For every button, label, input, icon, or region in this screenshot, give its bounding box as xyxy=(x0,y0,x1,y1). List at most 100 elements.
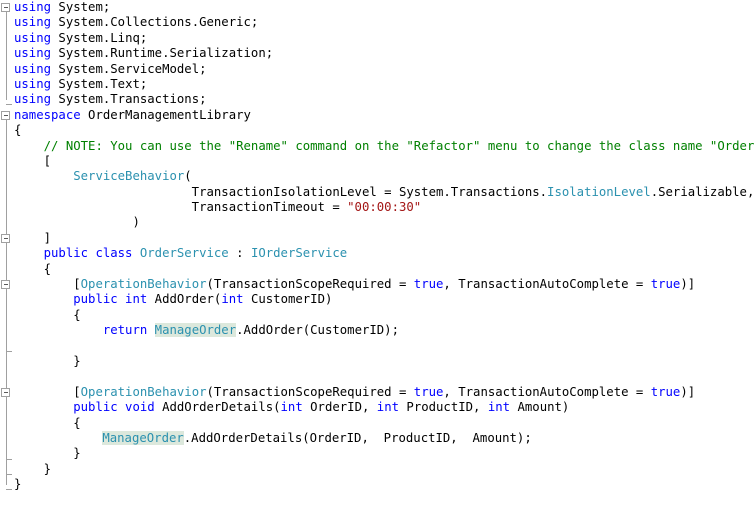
fold-margin-row xyxy=(0,431,14,447)
fold-guide-line xyxy=(6,338,7,355)
code-line-statement[interactable]: ManageOrder.AddOrderDetails(OrderID, Pro… xyxy=(14,430,755,446)
code-text-area[interactable]: using System; using System.Collections.G… xyxy=(14,0,755,511)
fold-guide-line xyxy=(6,77,7,93)
code-line[interactable]: } xyxy=(14,477,755,492)
code-line[interactable]: namespace OrderManagementLibrary xyxy=(14,108,755,123)
fold-margin-row xyxy=(0,215,14,231)
fold-margin-row xyxy=(0,77,14,93)
code-line-blank[interactable] xyxy=(14,369,755,384)
code-line-comment[interactable]: // NOTE: You can use the "Rename" comman… xyxy=(14,139,755,154)
fold-margin-row xyxy=(0,92,14,107)
fold-guide-line xyxy=(6,431,7,447)
fold-guide-line xyxy=(6,323,7,339)
fold-margin-row[interactable] xyxy=(0,108,14,124)
code-line[interactable]: ) xyxy=(14,215,755,230)
fold-margin-row xyxy=(0,138,14,154)
fold-margin-row xyxy=(0,246,14,262)
code-line[interactable]: } xyxy=(14,446,755,461)
code-line-blank[interactable] xyxy=(14,339,755,354)
fold-region-end-tick xyxy=(6,458,12,460)
reference-highlight: ManageOrder xyxy=(102,430,184,445)
fold-guide-line xyxy=(6,154,7,170)
code-line[interactable]: TransactionTimeout = "00:00:30" xyxy=(14,200,755,215)
fold-guide-line xyxy=(6,246,7,262)
code-line[interactable]: } xyxy=(14,354,755,369)
code-editor[interactable]: using System; using System.Collections.G… xyxy=(0,0,755,511)
fold-margin-row xyxy=(0,30,14,47)
code-line-class-declaration[interactable]: public class OrderService : IOrderServic… xyxy=(14,246,755,261)
fold-guide-line xyxy=(6,415,7,432)
code-line[interactable]: using System.Linq; xyxy=(14,31,755,46)
collapse-region-icon[interactable] xyxy=(1,3,10,12)
fold-guide-line xyxy=(6,92,7,101)
code-line[interactable]: using System; xyxy=(14,0,755,15)
outlining-margin[interactable] xyxy=(0,0,14,511)
fold-margin-row[interactable] xyxy=(0,385,14,401)
fold-margin-row xyxy=(0,338,14,355)
fold-margin-row xyxy=(0,415,14,432)
fold-margin-row xyxy=(0,123,14,139)
fold-margin-row[interactable] xyxy=(0,0,14,16)
code-line[interactable]: using System.Collections.Generic; xyxy=(14,15,755,30)
fold-guide-line xyxy=(6,184,7,201)
fold-margin-row[interactable] xyxy=(0,231,14,247)
code-line[interactable]: [ xyxy=(14,154,755,169)
fold-guide-line xyxy=(6,46,7,62)
fold-guide-line xyxy=(6,446,7,462)
fold-margin-row xyxy=(0,354,14,370)
fold-guide-line xyxy=(6,308,7,324)
code-line[interactable]: using System.ServiceModel; xyxy=(14,62,755,77)
fold-margin-row xyxy=(0,477,14,492)
fold-guide-line xyxy=(6,200,7,216)
code-line[interactable]: using System.Text; xyxy=(14,77,755,92)
code-line[interactable]: ] xyxy=(14,231,755,246)
fold-guide-line xyxy=(6,215,7,231)
code-line[interactable]: { xyxy=(14,416,755,431)
code-line-method-signature[interactable]: public void AddOrderDetails(int OrderID,… xyxy=(14,400,755,415)
fold-guide-line xyxy=(6,123,7,139)
code-line[interactable]: { xyxy=(14,262,755,277)
fold-margin-row xyxy=(0,261,14,278)
fold-margin-row xyxy=(0,369,14,385)
fold-margin-row xyxy=(0,46,14,62)
code-line[interactable]: TransactionIsolationLevel = System.Trans… xyxy=(14,185,755,200)
fold-margin-row xyxy=(0,446,14,462)
fold-guide-line xyxy=(6,369,7,385)
fold-guide-line xyxy=(6,462,7,478)
collapse-region-icon[interactable] xyxy=(1,388,10,397)
collapse-region-icon[interactable] xyxy=(1,110,10,120)
fold-margin-row xyxy=(0,462,14,478)
fold-guide-line xyxy=(6,477,7,486)
fold-guide-line xyxy=(6,400,7,416)
code-line[interactable]: } xyxy=(14,462,755,477)
code-line-method-signature[interactable]: public int AddOrder(int CustomerID) xyxy=(14,292,755,307)
fold-margin-row xyxy=(0,323,14,339)
fold-guide-line xyxy=(6,261,7,278)
fold-region-end-tick xyxy=(6,350,12,352)
code-line-attribute[interactable]: [OperationBehavior(TransactionScopeRequi… xyxy=(14,385,755,400)
fold-margin-row xyxy=(0,15,14,31)
fold-margin-row xyxy=(0,184,14,201)
code-line[interactable]: ServiceBehavior( xyxy=(14,169,755,184)
fold-guide-line xyxy=(6,354,7,370)
fold-region-end-tick xyxy=(6,474,12,475)
fold-margin-row xyxy=(0,154,14,170)
collapse-region-icon[interactable] xyxy=(1,234,10,243)
code-line[interactable]: { xyxy=(14,123,755,138)
fold-guide-line xyxy=(6,61,7,77)
code-line[interactable]: using System.Runtime.Serialization; xyxy=(14,46,755,61)
collapse-region-icon[interactable] xyxy=(1,280,10,290)
fold-guide-line xyxy=(6,15,7,31)
fold-margin-row xyxy=(0,308,14,324)
fold-region-end-tick xyxy=(6,104,12,106)
fold-margin-row xyxy=(0,292,14,308)
code-line[interactable]: using System.Transactions; xyxy=(14,92,755,107)
code-line-return[interactable]: return ManageOrder.AddOrder(CustomerID); xyxy=(14,323,755,338)
fold-guide-line xyxy=(6,169,7,185)
fold-margin-row[interactable] xyxy=(0,277,14,293)
code-line[interactable]: { xyxy=(14,308,755,323)
code-line-attribute[interactable]: [OperationBehavior(TransactionScopeRequi… xyxy=(14,277,755,292)
fold-margin-row xyxy=(0,400,14,416)
reference-highlight: ManageOrder xyxy=(154,323,237,338)
fold-guide-line xyxy=(6,30,7,47)
